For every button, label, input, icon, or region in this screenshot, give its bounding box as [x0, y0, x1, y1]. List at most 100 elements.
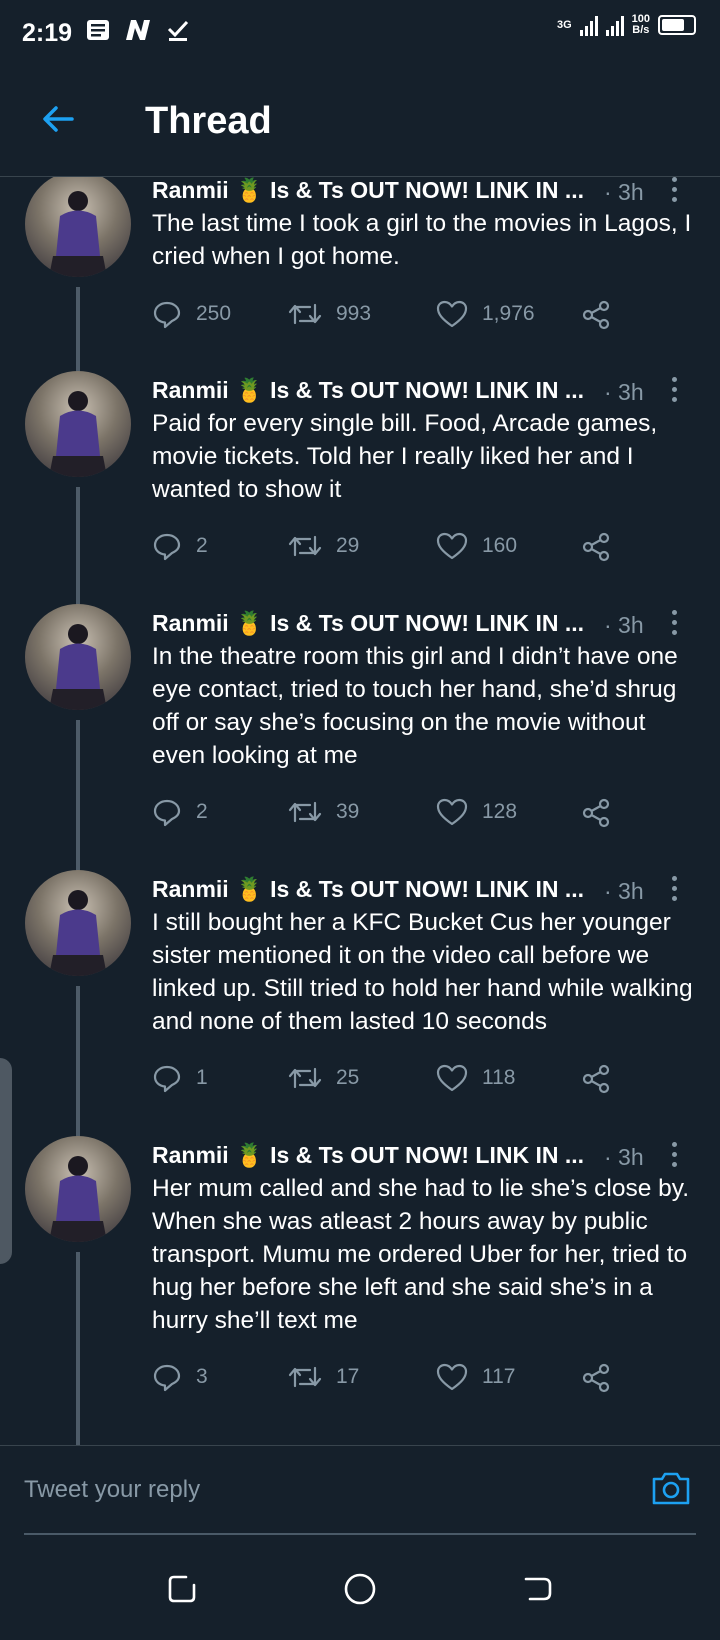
reply-count: 1	[196, 1066, 208, 1089]
system-nav-bar	[0, 1535, 720, 1640]
tweet-actions: 3 17 117	[152, 1362, 712, 1402]
retweet-count: 17	[336, 1365, 360, 1388]
like-count: 117	[482, 1365, 516, 1388]
thread-connector	[76, 487, 80, 607]
tweet-actions: 2 39 128	[152, 797, 712, 837]
signal-icon-2	[605, 14, 624, 36]
more-icon[interactable]	[672, 1142, 680, 1170]
tweet-actions: 1 25 118	[152, 1063, 712, 1103]
share-button[interactable]	[580, 531, 612, 563]
retweet-button[interactable]: 993	[288, 299, 371, 329]
camera-icon[interactable]	[650, 1468, 692, 1508]
tweet-text: The last time I took a girl to the movie…	[152, 210, 692, 270]
reply-button[interactable]: 3	[152, 1362, 208, 1392]
reply-button[interactable]: 1	[152, 1063, 208, 1093]
author-name[interactable]: Ranmii 🍍 Is & Ts OUT NOW! LINK IN ...	[152, 610, 584, 637]
more-icon[interactable]	[672, 876, 680, 904]
reply-icon	[153, 1364, 181, 1392]
edge-panel-handle[interactable]	[0, 1058, 12, 1264]
avatar[interactable]	[25, 870, 131, 976]
reply-count: 250	[196, 302, 232, 325]
check-icon	[166, 18, 190, 49]
thread-connector	[76, 986, 80, 1141]
battery-icon	[658, 15, 696, 35]
reply-count: 2	[196, 534, 208, 557]
share-button[interactable]	[580, 1063, 612, 1095]
tweet-actions: 2 29 160	[152, 531, 712, 571]
share-button[interactable]	[580, 1362, 612, 1394]
reply-count: 2	[196, 800, 208, 823]
share-icon	[582, 532, 610, 562]
retweet-icon	[288, 801, 322, 823]
avatar[interactable]	[25, 177, 131, 277]
recent-apps-icon[interactable]	[164, 1571, 200, 1607]
tweet-text: I still bought her a KFC Bucket Cus her …	[152, 909, 693, 1035]
reply-input[interactable]: Tweet your reply	[24, 1462, 624, 1518]
reply-icon	[153, 533, 181, 561]
like-button[interactable]: 128	[436, 797, 517, 827]
author-name[interactable]: Ranmii 🍍 Is & Ts OUT NOW! LINK IN ...	[152, 377, 584, 404]
reply-count: 3	[196, 1365, 208, 1388]
back-icon[interactable]	[520, 1571, 556, 1607]
author-name[interactable]: Ranmii 🍍 Is & Ts OUT NOW! LINK IN ...	[152, 876, 584, 903]
reply-icon	[153, 301, 181, 329]
reply-button[interactable]: 2	[152, 797, 208, 827]
more-icon[interactable]	[672, 177, 680, 205]
tweet-time: · 3h	[604, 179, 644, 205]
like-count: 1,976	[482, 302, 535, 325]
retweet-icon	[288, 1366, 322, 1388]
retweet-button[interactable]: 39	[288, 797, 359, 827]
thread-header: Thread	[0, 66, 720, 177]
home-icon[interactable]	[342, 1571, 378, 1607]
reply-button[interactable]: 2	[152, 531, 208, 561]
share-button[interactable]	[580, 299, 612, 331]
like-button[interactable]: 117	[436, 1362, 515, 1392]
share-icon	[582, 798, 610, 828]
reply-icon	[153, 1065, 181, 1093]
like-icon	[436, 1363, 468, 1391]
share-icon	[582, 300, 610, 330]
author-name[interactable]: Ranmii 🍍 Is & Ts OUT NOW! LINK IN ...	[152, 1142, 584, 1169]
like-icon	[436, 798, 468, 826]
like-count: 160	[482, 534, 518, 557]
more-icon[interactable]	[672, 610, 680, 638]
network-speed: 100 B/s	[631, 13, 650, 36]
like-icon	[436, 1064, 468, 1092]
avatar[interactable]	[25, 371, 131, 477]
like-icon	[436, 300, 468, 328]
author-name[interactable]: Ranmii 🍍 Is & Ts OUT NOW! LINK IN ...	[152, 177, 584, 204]
retweet-icon	[288, 1067, 322, 1089]
tweet-actions: 250 993 1,976	[152, 299, 712, 339]
back-arrow-icon[interactable]	[38, 99, 78, 139]
retweet-button[interactable]: 29	[288, 531, 359, 561]
like-count: 118	[482, 1066, 516, 1089]
retweet-icon	[288, 535, 322, 557]
signal-icon	[579, 14, 598, 36]
tweet-time: · 3h	[604, 612, 644, 638]
status-bar: 2:19 3G 100 B/s	[0, 0, 720, 66]
more-icon[interactable]	[672, 377, 680, 405]
retweet-button[interactable]: 25	[288, 1063, 359, 1093]
like-button[interactable]: 160	[436, 531, 517, 561]
retweet-button[interactable]: 17	[288, 1362, 359, 1392]
retweet-icon	[288, 303, 322, 325]
share-button[interactable]	[580, 797, 612, 829]
like-button[interactable]: 1,976	[436, 299, 535, 329]
tweet-time: · 3h	[604, 1144, 644, 1170]
share-icon	[582, 1363, 610, 1393]
retweet-count: 29	[336, 534, 360, 557]
thread-timeline[interactable]: Ranmii 🍍 Is & Ts OUT NOW! LINK IN ... · …	[0, 177, 720, 1445]
tweet-text: Paid for every single bill. Food, Arcade…	[152, 410, 658, 503]
reply-button[interactable]: 250	[152, 299, 231, 329]
retweet-count: 993	[336, 302, 372, 325]
notes-icon	[86, 19, 110, 48]
like-button[interactable]: 118	[436, 1063, 515, 1093]
tweet-time: · 3h	[604, 379, 644, 405]
like-icon	[436, 532, 468, 560]
reply-icon	[153, 799, 181, 827]
tweet-text: Her mum called and she had to lie she’s …	[152, 1175, 690, 1334]
page-title: Thread	[145, 100, 272, 142]
avatar[interactable]	[25, 1136, 131, 1242]
avatar[interactable]	[25, 604, 131, 710]
thread-connector	[76, 1252, 80, 1445]
